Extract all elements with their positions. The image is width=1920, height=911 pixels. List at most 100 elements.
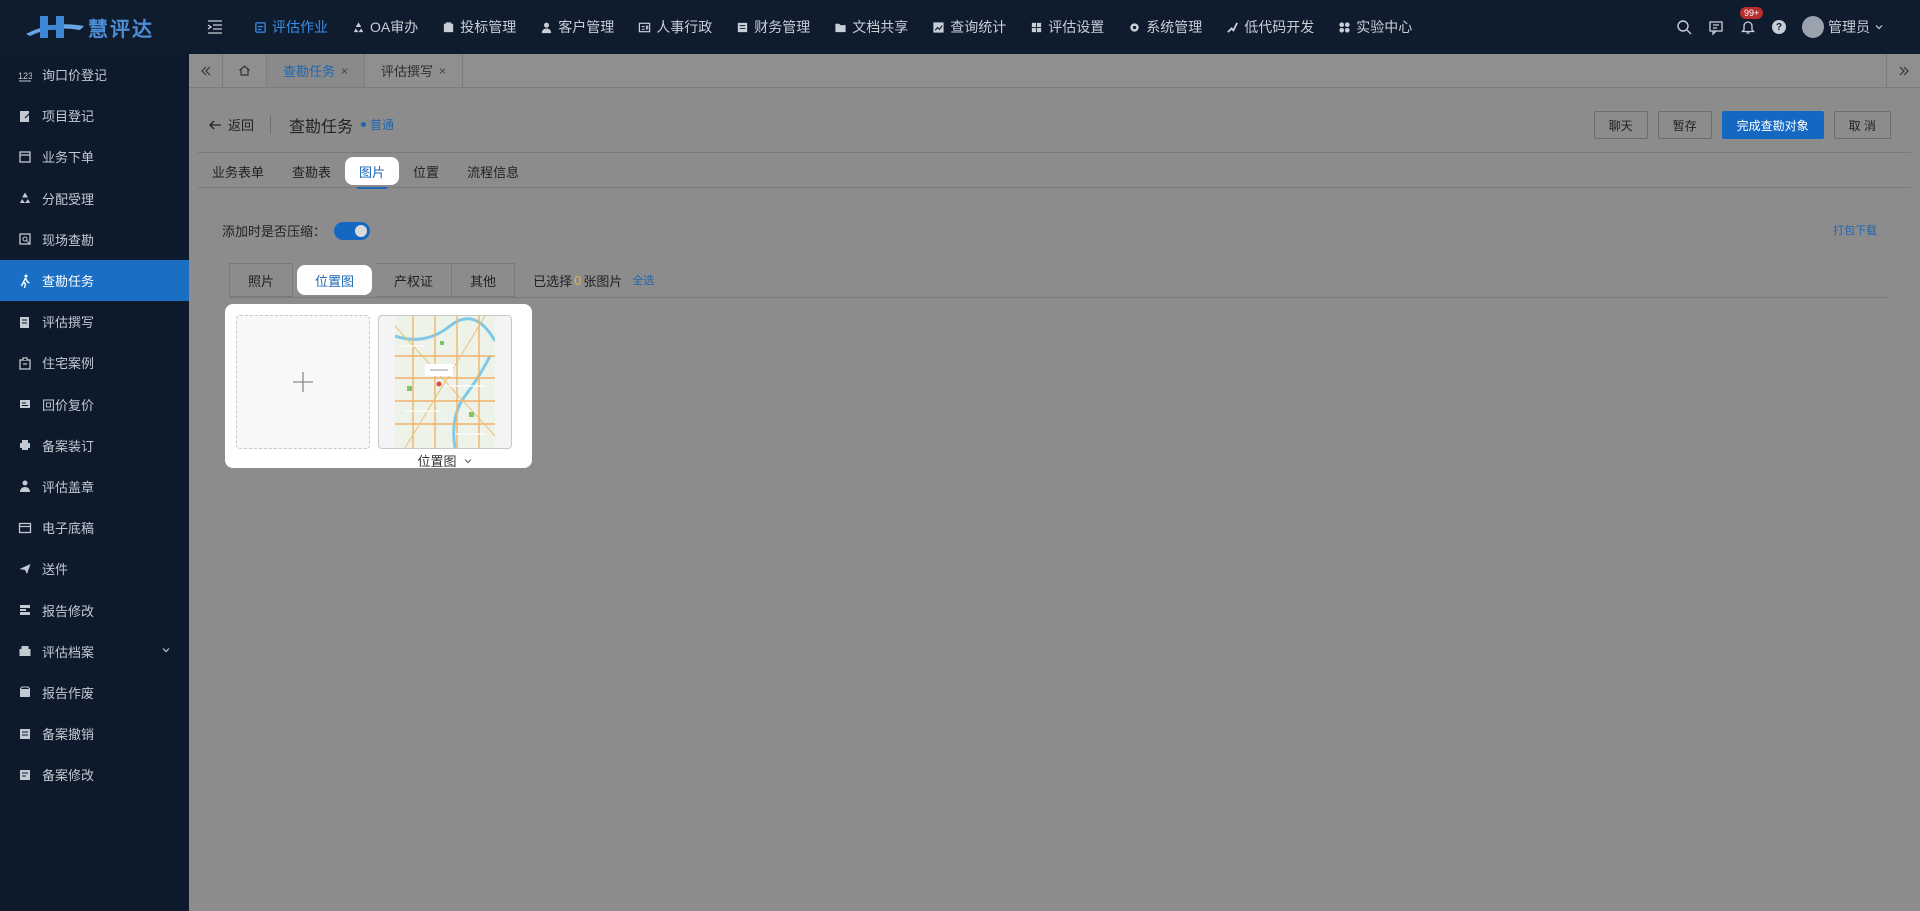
image-tab-1[interactable]: 位置图: [297, 265, 373, 295]
sidebar-icon: [18, 644, 32, 658]
sidebar-icon: [18, 768, 32, 782]
avatar: [1802, 16, 1824, 38]
topnav-item-8[interactable]: 评估设置: [1018, 0, 1116, 54]
sidebar-item-5[interactable]: 查勘任务: [0, 259, 189, 302]
user-menu[interactable]: 管理员: [1802, 16, 1884, 38]
page-tab-1[interactable]: 评估撰写 ×: [365, 54, 464, 87]
reprice-icon: [20, 400, 30, 409]
message-icon[interactable]: [1708, 19, 1724, 35]
sidebar-item-14[interactable]: 评估档案: [0, 631, 189, 672]
topnav-item-5[interactable]: 财务管理: [724, 0, 822, 54]
topnav-item-label: 低代码开发: [1244, 19, 1315, 35]
topnav-item-9[interactable]: 系统管理: [1116, 0, 1214, 54]
chevron-down-icon: [464, 458, 471, 463]
sidebar-item-3[interactable]: 分配受理: [0, 178, 189, 219]
image-tab-2[interactable]: 产权证: [376, 263, 453, 297]
sidebar-item-11[interactable]: 电子底稿: [0, 507, 189, 548]
sidebar-item-label: 分配受理: [42, 191, 95, 207]
user-name: 管理员: [1828, 19, 1870, 35]
selection-prefix: 已选择: [533, 273, 573, 289]
detail-tab-2[interactable]: 图片: [345, 157, 400, 189]
sidebar-item-label: 评估撰写: [42, 315, 95, 331]
topnav-item-label: 系统管理: [1146, 19, 1203, 35]
topnav-item-4[interactable]: 人事行政: [626, 0, 724, 54]
topnav-item-1[interactable]: OA审办: [340, 0, 430, 54]
menu-toggle-button[interactable]: [200, 12, 230, 42]
image-tab-0[interactable]: 照片: [229, 263, 294, 297]
back-button[interactable]: 返回: [208, 115, 272, 134]
topnav-item-label: 文档共享: [852, 19, 909, 35]
selection-suffix: 张图片: [583, 273, 623, 289]
house-icon: [19, 357, 31, 370]
location-map-thumbnail[interactable]: [378, 315, 512, 449]
lab-icon: [1339, 21, 1350, 33]
topnav-item-3[interactable]: 客户管理: [528, 0, 626, 54]
compress-toggle[interactable]: [334, 221, 371, 240]
sidebar-item-label: 送件: [42, 562, 69, 578]
topnav-item-10[interactable]: 低代码开发: [1214, 0, 1326, 54]
sidebar-item-1[interactable]: 项目登记: [0, 95, 189, 136]
topnav-item-6[interactable]: 文档共享: [822, 0, 920, 54]
help-icon[interactable]: ?: [1772, 20, 1786, 34]
sidebar-item-4[interactable]: 现场查勘: [0, 219, 189, 260]
upload-image-button[interactable]: [236, 315, 370, 449]
sidebar-icon: [18, 562, 32, 576]
detail-tab-0[interactable]: 业务表单: [198, 157, 278, 185]
survey-icon: [19, 233, 31, 245]
home-tab[interactable]: [223, 54, 267, 87]
topnav-item-7[interactable]: 查询统计: [920, 0, 1018, 54]
detail-tab-4[interactable]: 流程信息: [453, 157, 533, 185]
sidebar-item-16[interactable]: 备案撤销: [0, 713, 189, 754]
select-all-link[interactable]: 全选: [632, 272, 654, 288]
sidebar-item-0[interactable]: 123 询口价登记: [0, 54, 189, 95]
cancel-button[interactable]: 取 消: [1833, 111, 1891, 139]
tabs-scroll-right-button[interactable]: [1886, 54, 1920, 87]
sidebar-item-13[interactable]: 报告修改: [0, 589, 189, 630]
sidebar-icon: [18, 397, 32, 411]
close-icon[interactable]: ×: [341, 64, 348, 78]
chat-button[interactable]: 聊天: [1593, 111, 1648, 139]
sidebar-item-6[interactable]: 评估撰写: [0, 301, 189, 342]
complete-survey-button[interactable]: 完成查勘对象: [1721, 111, 1824, 139]
topnav-item-2[interactable]: 投标管理: [430, 0, 528, 54]
save-draft-button[interactable]: 暂存: [1657, 111, 1712, 139]
sidebar-icon: [18, 150, 32, 164]
app-logo[interactable]: 慧评达: [0, 0, 190, 54]
sidebar-item-12[interactable]: 送件: [0, 548, 189, 589]
selection-info: 已选择 0 张图片 全选: [533, 263, 654, 297]
page-tab-0[interactable]: 查勘任务 ×: [267, 54, 366, 87]
sidebar-item-label: 住宅案例: [42, 356, 95, 372]
level-tag: 普通: [361, 116, 394, 133]
topnav-item-label: 投标管理: [460, 19, 517, 35]
sidebar-item-7[interactable]: 住宅案例: [0, 342, 189, 383]
compress-label: 添加时是否压缩：: [222, 224, 327, 239]
revoke-icon: [20, 728, 30, 739]
sidebar-item-8[interactable]: 回价复价: [0, 384, 189, 425]
detail-tab-3[interactable]: 位置: [399, 157, 453, 185]
sidebar-item-17[interactable]: 备案修改: [0, 754, 189, 795]
archive-icon: [19, 646, 31, 657]
detail-tabs: 业务表单 查勘表 图片 位置 流程信息: [198, 155, 1911, 189]
pack-download-link[interactable]: 打包下载: [1833, 222, 1877, 238]
topnav-item-11[interactable]: 实验中心: [1326, 0, 1424, 54]
thumbnail-caption[interactable]: 位置图: [378, 451, 512, 470]
back-label: 返回: [228, 118, 255, 133]
sidebar-item-label: 备案装订: [42, 438, 95, 454]
sidebar-icon: [18, 727, 32, 741]
notification-bell-icon[interactable]: 99+: [1740, 7, 1764, 35]
sidebar-item-label: 评估盖章: [42, 479, 95, 495]
topnav-item-0[interactable]: 评估作业: [242, 0, 340, 54]
sidebar-item-9[interactable]: 备案装订: [0, 425, 189, 466]
tabs-scroll-left-button[interactable]: [189, 54, 223, 87]
sidebar-item-15[interactable]: 报告作废: [0, 672, 189, 713]
search-icon[interactable]: [1676, 19, 1692, 35]
close-icon[interactable]: ×: [439, 64, 446, 78]
sidebar-item-10[interactable]: 评估盖章: [0, 466, 189, 507]
image-tab-3[interactable]: 其他: [452, 263, 516, 297]
header-actions: 聊天 暂存 完成查勘对象 取 消: [1593, 111, 1891, 139]
detail-tab-1[interactable]: 查勘表: [278, 157, 345, 185]
sidebar-item-2[interactable]: 业务下单: [0, 136, 189, 177]
double-chevron-right-icon: [1899, 66, 1909, 75]
sidebar-icon: [18, 191, 32, 205]
arrow-left-icon: [209, 120, 221, 129]
